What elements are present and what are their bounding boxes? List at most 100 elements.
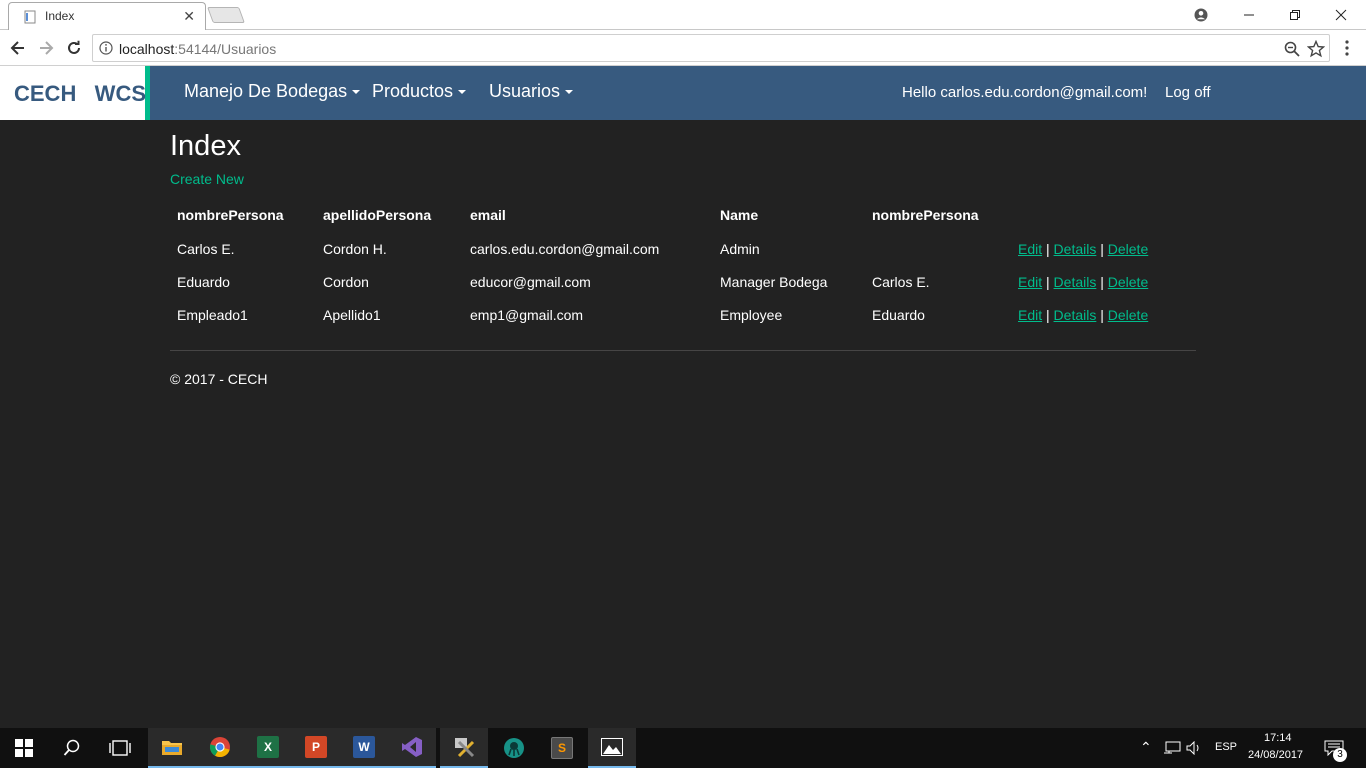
browser-tabstrip: Index ✕ [0,0,1366,30]
details-link[interactable]: Details [1054,241,1097,257]
tab-close-icon[interactable]: ✕ [183,8,195,24]
column-header [1011,198,1196,232]
chrome-menu-icon[interactable] [1340,38,1354,58]
taskbar: X P W S ⌃ ESP 17:14 24/08/2017 3 [0,728,1366,768]
separator: | [1046,273,1050,290]
table-row: Carlos E. Cordon H. carlos.edu.cordon@gm… [170,232,1196,265]
cell-actions: Edit | Details | Delete [1011,298,1196,331]
cell-actions: Edit | Details | Delete [1011,265,1196,298]
brand-logo[interactable]: CECH WCS [0,66,150,120]
cell-jefe: Carlos E. [872,273,930,290]
menu-label: Manejo De Bodegas [184,81,348,101]
cell-actions: Edit | Details | Delete [1011,232,1196,265]
powerpoint-icon[interactable]: P [292,728,340,768]
excel-icon[interactable]: X [244,728,292,768]
back-icon[interactable] [6,36,30,60]
photos-icon[interactable] [588,728,636,768]
caret-down-icon [352,90,361,95]
gitkraken-icon[interactable] [490,728,538,768]
brand-text: CECH WCS [14,81,146,106]
footer-divider [170,350,1196,351]
reload-icon[interactable] [62,36,86,60]
separator: | [1100,306,1104,323]
visual-studio-icon[interactable] [388,728,436,768]
delete-link[interactable]: Delete [1108,274,1148,290]
task-view-icon[interactable] [96,728,144,768]
separator: | [1046,240,1050,257]
new-tab-button[interactable] [207,7,245,23]
network-icon[interactable] [1163,741,1181,755]
chrome-icon[interactable] [196,728,244,768]
edit-link[interactable]: Edit [1018,274,1042,290]
url-path: :54144/Usuarios [174,41,277,57]
cell-role: Admin [720,240,760,257]
cell-nombre: Carlos E. [177,240,235,257]
users-table: nombrePersona apellidoPersona email Name… [170,198,1196,331]
site-info-icon[interactable] [99,41,113,55]
menu-label: Usuarios [489,81,561,101]
profile-icon[interactable] [1178,0,1224,30]
manage-account-link[interactable]: Hello carlos.edu.cordon@gmail.com! [902,84,1147,101]
table-row: Empleado1 Apellido1 emp1@gmail.com Emplo… [170,298,1196,331]
url-host: localhost [119,41,175,57]
cell-apellido: Cordon H. [323,240,387,257]
cell-email: emp1@gmail.com [470,306,584,323]
tab-title: Index [45,9,75,23]
show-hidden-icons[interactable]: ⌃ [1140,739,1152,756]
separator: | [1046,306,1050,323]
footer-text: © 2017 - CECH [170,371,268,387]
zoom-icon[interactable] [1283,40,1301,58]
create-new-link[interactable]: Create New [170,171,244,187]
separator: | [1100,273,1104,290]
cell-nombre: Eduardo [177,273,230,290]
site-navbar: CECH WCS Manejo De Bodegas Productos Usu… [0,66,1366,120]
file-explorer-icon[interactable] [148,728,196,768]
address-bar[interactable]: localhost:54144/Usuarios [92,34,1330,62]
clock-time[interactable]: 17:14 [1264,732,1292,744]
caret-down-icon [565,90,574,95]
forward-icon[interactable] [34,36,58,60]
restore-icon[interactable] [1272,0,1318,30]
details-link[interactable]: Details [1054,307,1097,323]
tools-icon[interactable] [440,728,488,768]
cell-jefe: Eduardo [872,306,925,323]
caret-down-icon [458,90,467,95]
details-link[interactable]: Details [1054,274,1097,290]
table-row: Eduardo Cordon educor@gmail.com Manager … [170,265,1196,298]
cell-apellido: Cordon [323,273,369,290]
menu-productos[interactable]: Productos [372,81,467,102]
cell-nombre: Empleado1 [177,306,248,323]
start-icon[interactable] [0,728,48,768]
notification-count-badge: 3 [1333,748,1347,762]
column-header: email [470,207,506,223]
cell-role: Employee [720,306,783,323]
volume-icon[interactable] [1186,741,1204,755]
search-icon[interactable] [48,728,96,768]
page-icon [24,10,36,24]
word-icon[interactable]: W [340,728,388,768]
minimize-icon[interactable] [1226,0,1272,30]
url-text: localhost:54144/Usuarios [119,41,276,57]
menu-manejo-de-bodegas[interactable]: Manejo De Bodegas [184,81,361,102]
language-indicator[interactable]: ESP [1215,741,1237,753]
edit-link[interactable]: Edit [1018,307,1042,323]
cell-email: carlos.edu.cordon@gmail.com [470,240,660,257]
table-header-row: nombrePersona apellidoPersona email Name… [170,198,1196,232]
menu-label: Productos [372,81,454,101]
bookmark-star-icon[interactable] [1307,40,1325,58]
sublime-icon[interactable]: S [538,728,586,768]
cell-email: educor@gmail.com [470,273,591,290]
cell-apellido: Apellido1 [323,306,381,323]
delete-link[interactable]: Delete [1108,241,1148,257]
column-header: nombrePersona [177,207,284,223]
menu-usuarios[interactable]: Usuarios [489,81,574,102]
logoff-link[interactable]: Log off [1165,84,1211,101]
browser-tab[interactable]: Index ✕ [8,2,206,30]
close-window-icon[interactable] [1318,0,1364,30]
delete-link[interactable]: Delete [1108,307,1148,323]
separator: | [1100,240,1104,257]
cell-jefe [865,232,1011,265]
edit-link[interactable]: Edit [1018,241,1042,257]
page-title: Index [170,130,241,162]
clock-date[interactable]: 24/08/2017 [1248,749,1303,761]
